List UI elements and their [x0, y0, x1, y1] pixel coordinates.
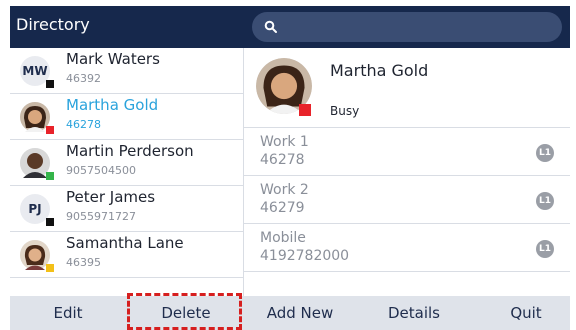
quit-button[interactable]: Quit [494, 304, 558, 322]
softkey-bar: Edit Delete Add New Details Quit [10, 296, 570, 330]
entry-label: Mobile [260, 230, 306, 246]
entry-label: Work 2 [260, 182, 309, 198]
add-new-button[interactable]: Add New [260, 304, 340, 322]
contact-row-martin-perderson[interactable]: Martin Perderson 9057504500 [10, 140, 243, 186]
contact-detail-panel: Martha Gold Busy Work 1 46278 L1 Work 2 … [244, 48, 570, 296]
search-icon [264, 20, 277, 33]
contact-number: 9057504500 [66, 164, 136, 177]
contact-name: Samantha Lane [66, 234, 184, 252]
entry-value: 46279 [260, 200, 305, 216]
detail-entry-work-2[interactable]: Work 2 46279 L1 [244, 176, 570, 224]
search-input[interactable] [252, 12, 562, 42]
avatar [20, 102, 54, 134]
contact-row-samantha-lane[interactable]: Samantha Lane 46395 [10, 232, 243, 278]
detail-entry-work-1[interactable]: Work 1 46278 L1 [244, 128, 570, 176]
avatar [20, 148, 54, 180]
contact-list[interactable]: MW Mark Waters 46392 Martha Gold 46278 M… [10, 48, 243, 296]
edit-button[interactable]: Edit [36, 304, 100, 322]
status-indicator [46, 218, 54, 226]
status-indicator [46, 80, 54, 88]
details-button[interactable]: Details [374, 304, 454, 322]
line-badge-icon: L1 [536, 144, 554, 162]
contact-number: 46278 [66, 118, 101, 131]
contact-name: Martha Gold [66, 96, 159, 114]
detail-entry-mobile[interactable]: Mobile 4192782000 L1 [244, 224, 570, 272]
contact-row-martha-gold[interactable]: Martha Gold 46278 [10, 94, 243, 140]
line-badge-icon: L1 [536, 192, 554, 210]
contact-number: 46395 [66, 256, 101, 269]
entry-value: 46278 [260, 152, 305, 168]
detail-header: Martha Gold Busy [244, 48, 570, 128]
avatar: PJ [20, 194, 54, 226]
avatar: MW [20, 56, 54, 88]
entry-label: Work 1 [260, 134, 309, 150]
contact-name: Martin Perderson [66, 142, 194, 160]
page-title: Directory [16, 15, 90, 34]
entry-value: 4192782000 [260, 248, 350, 264]
detail-name: Martha Gold [330, 61, 429, 80]
status-indicator [46, 126, 54, 134]
avatar-initials: PJ [28, 202, 42, 216]
status-indicator [46, 172, 54, 180]
status-indicator [46, 264, 54, 272]
avatar-initials: MW [22, 64, 48, 78]
avatar [20, 240, 54, 272]
contact-number: 9055971727 [66, 210, 136, 223]
contact-row-peter-james[interactable]: PJ Peter James 9055971727 [10, 186, 243, 232]
status-indicator [299, 104, 311, 116]
header-bar: Directory [10, 6, 570, 48]
contact-name: Mark Waters [66, 50, 160, 68]
phone-screen: Directory MW Mark Waters 46392 Martha Go… [10, 6, 570, 330]
delete-button[interactable]: Delete [146, 304, 226, 322]
contact-name: Peter James [66, 188, 156, 206]
contact-row-mark-waters[interactable]: MW Mark Waters 46392 [10, 48, 243, 94]
detail-status: Busy [330, 104, 360, 118]
line-badge-icon: L1 [536, 240, 554, 258]
contact-number: 46392 [66, 72, 101, 85]
